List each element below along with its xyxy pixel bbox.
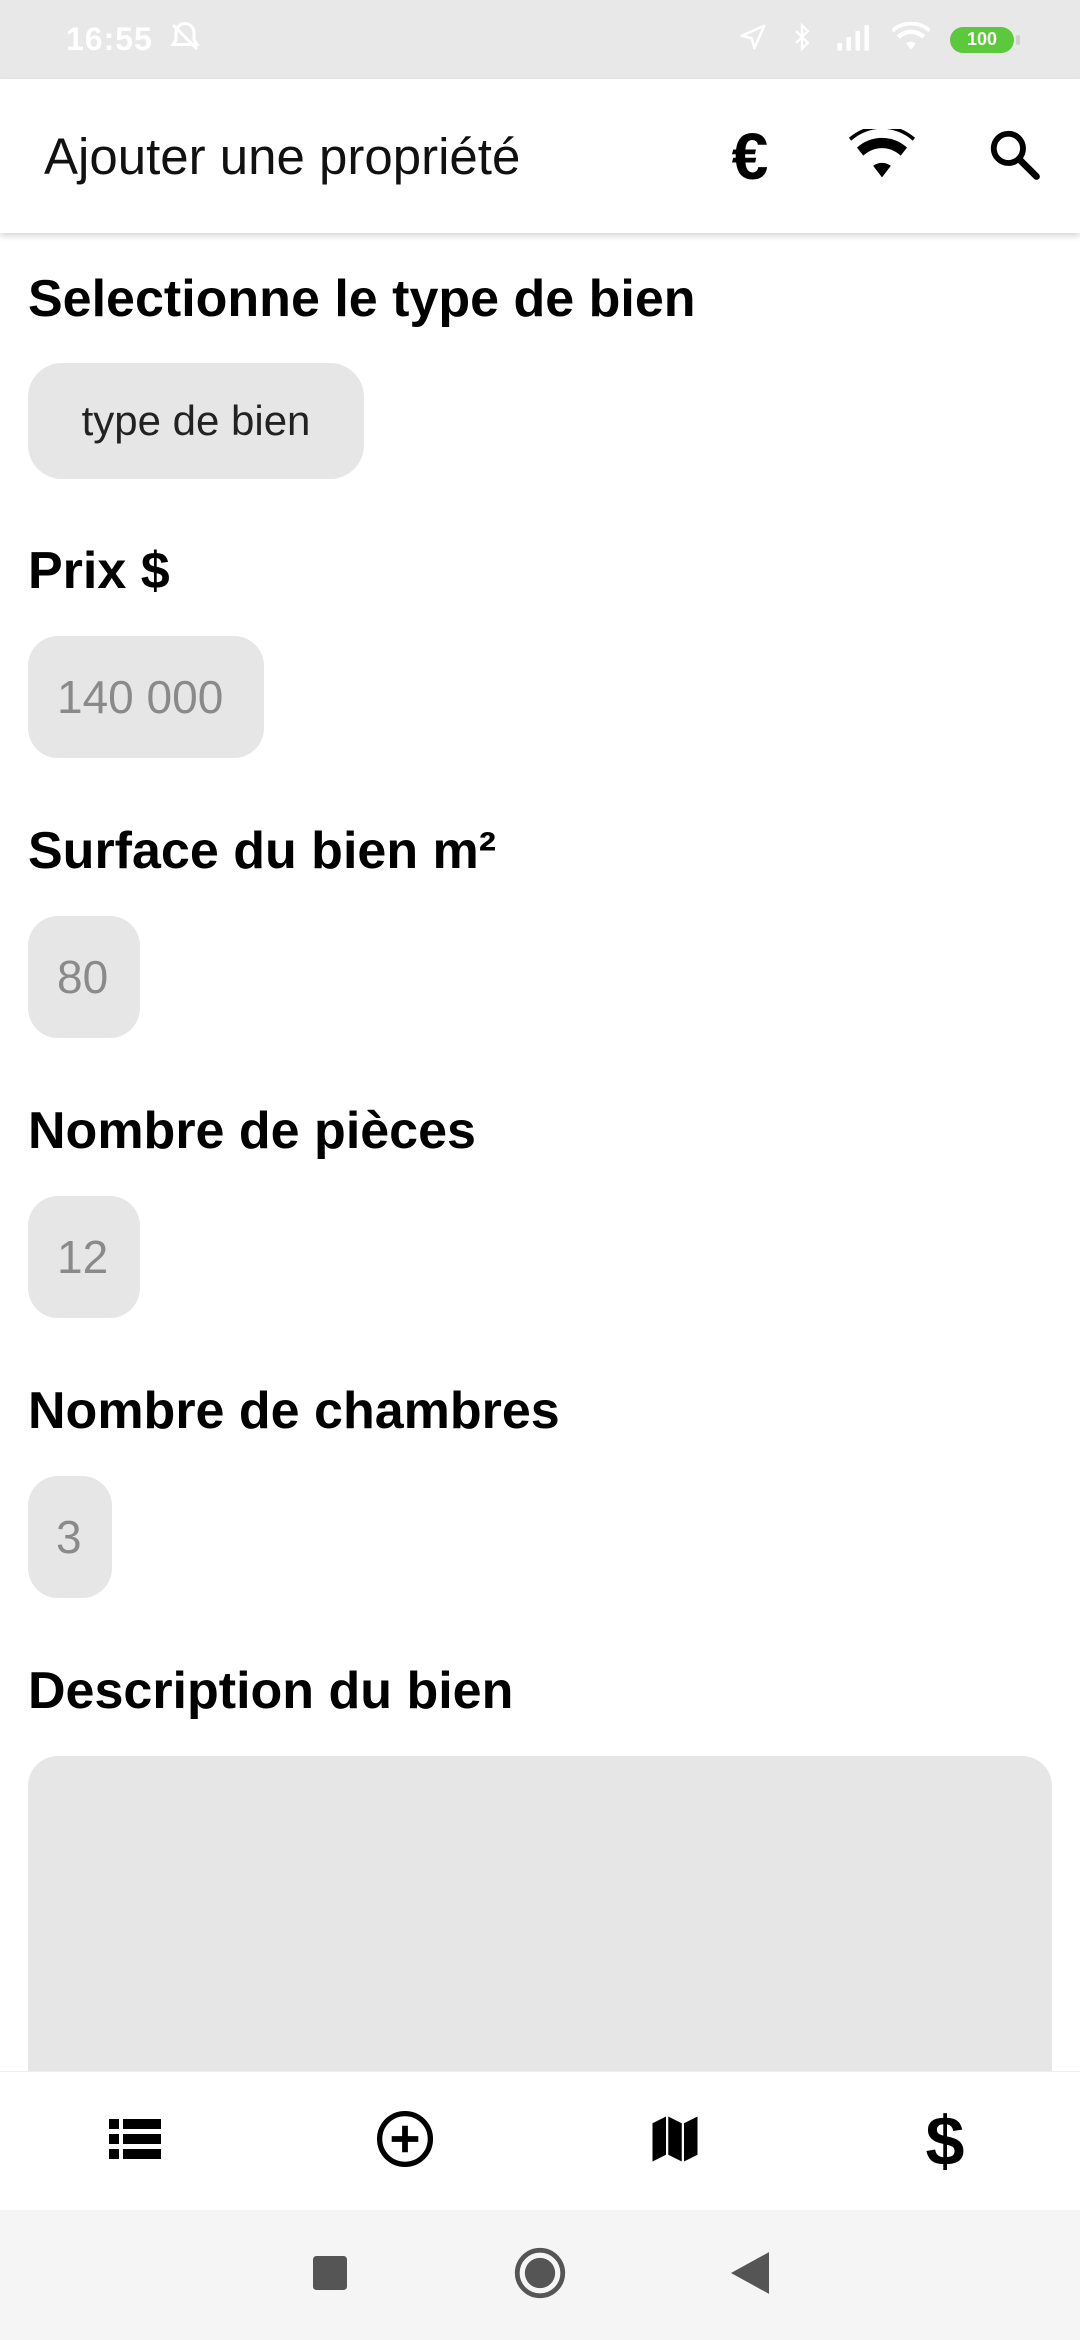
search-icon [987,127,1041,186]
bedrooms-input[interactable]: 3 [28,1476,112,1598]
rooms-input[interactable]: 12 [28,1196,140,1318]
wifi-icon [891,21,931,57]
search-button[interactable] [948,96,1080,216]
status-time: 16:55 [66,21,153,57]
status-bar: 16:55 100 [0,0,1080,79]
battery-icon: 100 [950,26,1020,53]
surface-label: Surface du bien m² [28,822,497,880]
app-bar: Ajouter une propriété € [0,79,1080,233]
app-bar-actions: € [684,96,1080,216]
home-button[interactable] [510,2245,570,2305]
status-left: 16:55 [66,19,203,60]
property-form: Selectionne le type de bien type de bien… [0,233,1080,2071]
wifi-icon [849,124,915,184]
back-triangle-icon [731,2251,769,2299]
status-right: 100 [738,20,1020,59]
page-title: Ajouter une propriété [44,127,521,185]
bluetooth-icon [788,20,816,59]
price-label: Prix $ [28,542,170,600]
alarm-off-icon [167,19,203,60]
map-icon [648,2112,702,2171]
bottom-navigation: $ [0,2071,1080,2210]
euro-icon: € [731,119,769,193]
dollar-icon: $ [925,2102,965,2180]
description-label: Description du bien [28,1662,514,1720]
location-icon [738,22,768,57]
nav-add[interactable] [270,2072,540,2211]
add-circle-icon [376,2110,434,2173]
nav-list[interactable] [0,2072,270,2211]
system-navigation [0,2210,1080,2340]
nav-map[interactable] [540,2072,810,2211]
back-button[interactable] [720,2245,780,2305]
list-icon [109,2116,161,2167]
nav-currency[interactable]: $ [810,2072,1080,2211]
description-textarea[interactable] [28,1756,1052,2071]
type-label: Selectionne le type de bien [28,270,696,328]
surface-input[interactable]: 80 [28,916,140,1038]
signal-icon [836,22,872,57]
home-circle-icon [514,2247,566,2304]
bedrooms-label: Nombre de chambres [28,1382,560,1440]
recents-square-icon [313,2255,347,2295]
property-type-button[interactable]: type de bien [28,363,364,479]
price-input[interactable]: 140 000 [28,636,264,758]
currency-euro-button[interactable]: € [684,96,816,216]
rooms-label: Nombre de pièces [28,1102,476,1160]
wifi-button[interactable] [816,96,948,216]
recents-button[interactable] [300,2245,360,2305]
